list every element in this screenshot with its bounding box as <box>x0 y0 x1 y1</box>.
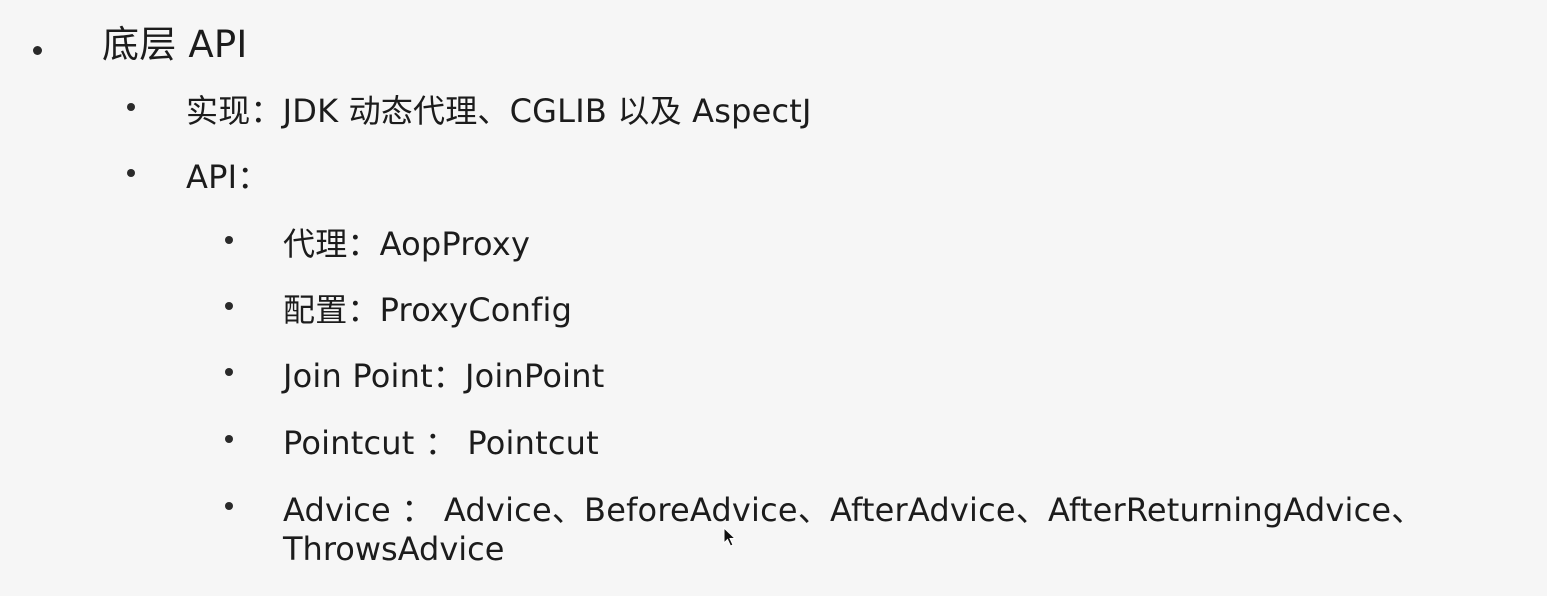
bullet-text-continuation: ThrowsAdvice <box>283 530 505 568</box>
bullet-text: 代理：AopProxy <box>283 225 531 263</box>
bullet-dot <box>225 236 233 244</box>
bullet-dot <box>225 435 233 443</box>
bullet-text: Pointcut ： Pointcut <box>283 424 599 462</box>
bullet-dot <box>127 103 135 111</box>
bullet-dot <box>127 169 135 177</box>
bullet-dot <box>225 502 233 510</box>
bullet-dot <box>33 46 42 55</box>
bullet-text: 配置：ProxyConfig <box>283 291 573 329</box>
bullet-text: API： <box>186 158 270 196</box>
bullet-text: Join Point：JoinPoint <box>283 357 605 395</box>
bullet-dot <box>225 302 233 310</box>
bullet-text: 实现：JDK 动态代理、CGLIB 以及 AspectJ <box>186 92 812 130</box>
mouse-pointer-icon <box>723 527 737 547</box>
bullet-text: 底层 API <box>102 23 248 66</box>
slide: 底层 API 实现：JDK 动态代理、CGLIB 以及 AspectJ API：… <box>0 0 1547 596</box>
bullet-text: Advice ： Advice、BeforeAdvice、AfterAdvice… <box>283 491 1424 529</box>
bullet-dot <box>225 368 233 376</box>
